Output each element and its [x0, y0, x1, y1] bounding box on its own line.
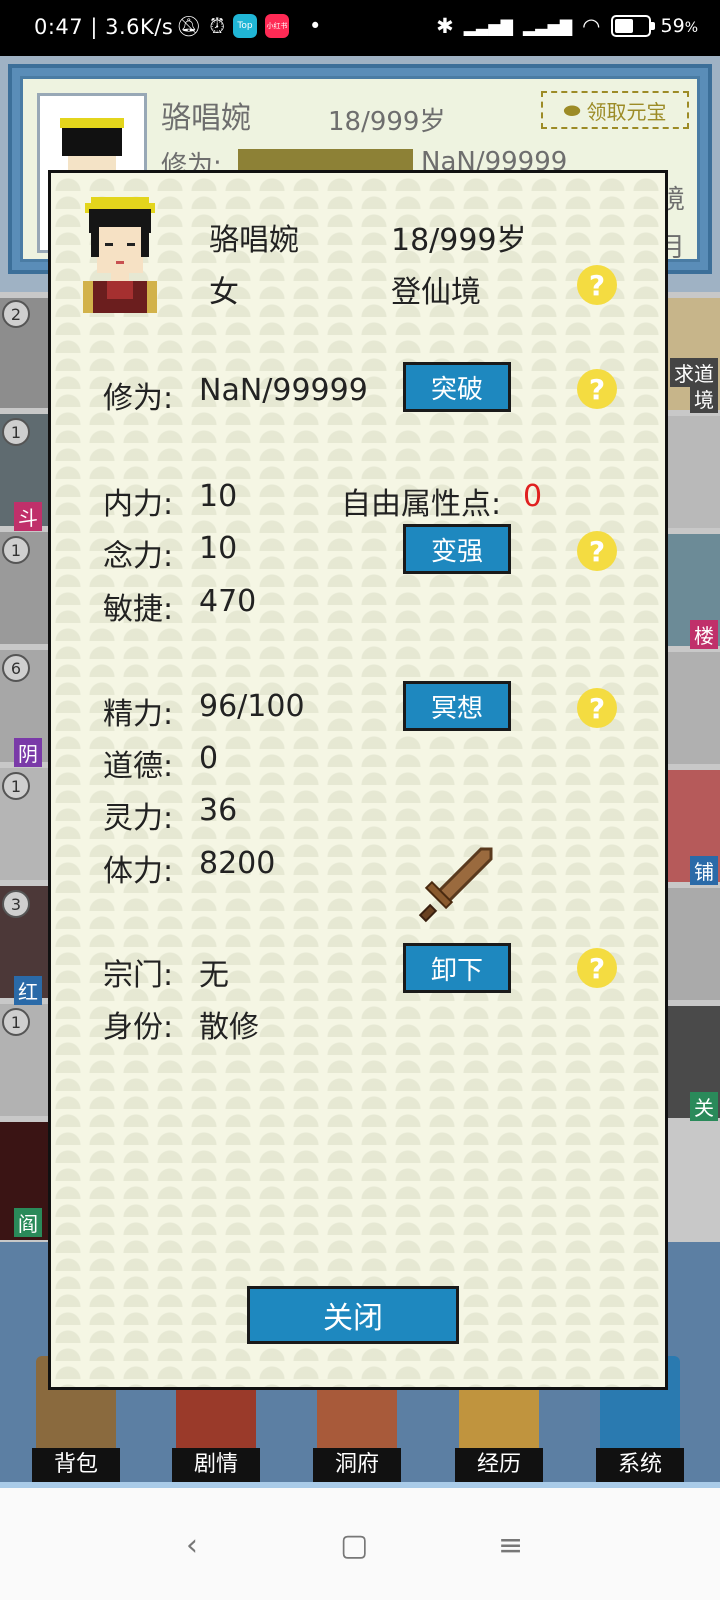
system-navigation-bar: ‹ ▢ ≡ [0, 1482, 720, 1600]
recent-apps-button[interactable]: ≡ [498, 1528, 523, 1563]
character-realm: 登仙境 [391, 275, 481, 310]
wifi-icon: ◠ [582, 14, 601, 38]
morality-value: 0 [199, 741, 219, 776]
free-points-value: 0 [523, 479, 543, 514]
claim-ingot-label: 领取元宝 [586, 99, 667, 124]
background-tag: 阴 [14, 738, 42, 767]
status-time: 0:47 | 3.6K/s [34, 15, 174, 39]
stamina-label: 体力: [103, 854, 174, 889]
background-player-name: 骆唱婉 [161, 101, 251, 136]
nav-system-label: 系统 [596, 1448, 684, 1482]
background-tag-right: 楼 [690, 620, 718, 649]
battery-level [614, 19, 634, 33]
status-bar: 0:47 | 3.6K/s 🔕︎ ⏰︎ Top 小红书 • ✱ ▂▃▅▇ ▂▃▅… [0, 0, 720, 56]
background-tag-right: 关 [690, 1092, 718, 1121]
bluetooth-icon: ✱ [436, 14, 454, 38]
background-cultivation-bar [238, 149, 413, 171]
stamina-value: 8200 [199, 846, 276, 881]
background-badge: 1 [2, 536, 30, 564]
mind-power-label: 念力: [103, 539, 174, 574]
mute-bell-icon: 🔕︎ [176, 14, 202, 38]
ingot-icon: ⬬ [563, 98, 581, 122]
background-tag-right: 求道 [670, 358, 718, 387]
signal-hd-icon: ▂▃▅▇ [463, 16, 513, 36]
sect-label: 宗门: [103, 958, 174, 993]
nav-story-label: 剧情 [172, 1448, 260, 1482]
cultivation-label: 修为: [103, 381, 174, 416]
notification-dot: • [309, 14, 322, 38]
free-points-label: 自由属性点: [341, 487, 502, 522]
agility-value: 470 [199, 584, 257, 619]
back-button[interactable]: ‹ [186, 1528, 198, 1563]
identity-label: 身份: [103, 1010, 174, 1045]
energy-help-icon[interactable]: ? [577, 688, 617, 728]
attributes-help-icon[interactable]: ? [577, 531, 617, 571]
background-tag: 阎 [14, 1208, 42, 1237]
breakthrough-button[interactable]: 突破 [403, 362, 511, 412]
status-notification-icons: 🔕︎ ⏰︎ Top 小红书 • [176, 14, 321, 38]
background-tag: 红 [14, 976, 42, 1005]
mind-power-value: 10 [199, 531, 238, 566]
battery-text: 59% [660, 15, 699, 37]
close-button[interactable]: 关闭 [247, 1286, 459, 1344]
nav-backpack-label: 背包 [32, 1448, 120, 1482]
cultivation-help-icon[interactable]: ? [577, 369, 617, 409]
battery-icon [610, 15, 655, 37]
energy-value: 96/100 [199, 689, 305, 724]
cultivation-value: NaN/99999 [199, 373, 368, 408]
identity-value: 散修 [199, 1010, 259, 1045]
background-badge: 1 [2, 1008, 30, 1036]
background-player-age: 18/999岁 [328, 107, 446, 137]
character-name: 骆唱婉 [209, 223, 299, 258]
character-portrait [83, 197, 157, 313]
background-badge: 2 [2, 300, 30, 328]
sword-icon [418, 847, 493, 923]
spirit-label: 灵力: [103, 801, 174, 836]
background-badge: 6 [2, 654, 30, 682]
inner-power-value: 10 [199, 479, 238, 514]
home-button[interactable]: ▢ [340, 1528, 368, 1563]
character-gender: 女 [209, 275, 239, 310]
sect-value: 无 [199, 958, 229, 993]
nav-cave-label: 洞府 [313, 1448, 401, 1482]
strengthen-button[interactable]: 变强 [403, 524, 511, 574]
realm-help-icon[interactable]: ? [577, 265, 617, 305]
inner-power-label: 内力: [103, 487, 174, 522]
status-system-icons: ✱ ▂▃▅▇ ▂▃▅▇ ◠ 59% [436, 14, 698, 38]
unequip-button[interactable]: 卸下 [403, 943, 511, 993]
background-tag: 斗 [14, 502, 42, 531]
equipment-help-icon[interactable]: ? [577, 948, 617, 988]
energy-label: 精力: [103, 697, 174, 732]
alarm-icon: ⏰︎ [209, 14, 225, 38]
signal-hd2-icon: ▂▃▅▇ [522, 16, 573, 36]
nav-experience-label: 经历 [455, 1448, 543, 1482]
character-info-dialog: 骆唱婉 18/999岁 女 登仙境 ? 修为: NaN/99999 突破 ? 内… [48, 170, 668, 1390]
background-tag-right: 铺 [690, 856, 718, 885]
background-badge: 1 [2, 772, 30, 800]
background-tag-right: 境 [690, 384, 718, 413]
app-xiaohongshu-icon: 小红书 [265, 14, 289, 38]
character-age: 18/999岁 [391, 223, 527, 258]
agility-label: 敏捷: [103, 592, 174, 627]
meditate-button[interactable]: 冥想 [403, 681, 511, 731]
background-badge: 1 [2, 418, 30, 446]
spirit-value: 36 [199, 793, 238, 828]
app-top-icon: Top [233, 14, 257, 38]
claim-ingot-button[interactable]: ⬬ 领取元宝 [541, 91, 689, 129]
background-badge: 3 [2, 890, 30, 918]
morality-label: 道德: [103, 749, 174, 784]
